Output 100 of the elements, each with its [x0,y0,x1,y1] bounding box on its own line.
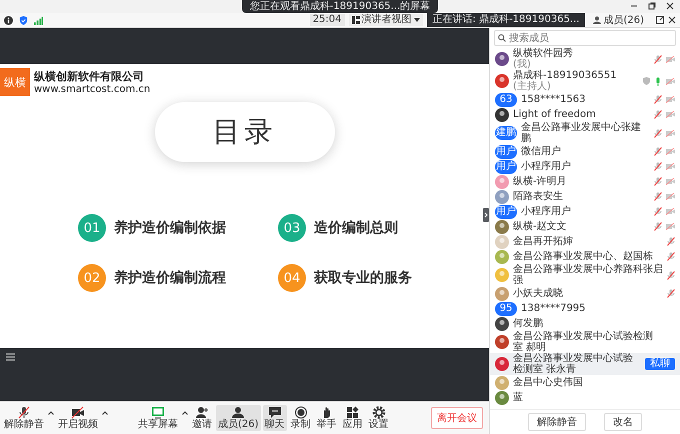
camera-off-icon [71,406,85,419]
member-name: 158****1563 [521,94,587,105]
signal-icon[interactable] [34,16,43,24]
member-name: 小程序用户 [521,206,572,217]
pop-out-icon[interactable] [656,16,664,24]
member-name: 金昌再开拓婶 [513,236,574,247]
member-name: 金昌公路事业发展中心养路科张启强 [513,264,663,286]
member-row[interactable]: 金昌中心史伟国 [490,375,680,390]
mic-button[interactable]: 解除静音 [2,405,46,431]
collapse-handle[interactable] [483,208,489,222]
member-row[interactable]: 纵横软件园秀 (我) [490,48,680,70]
chat-bubble-icon [268,406,282,419]
member-name: 金昌公路事业发展中心、赵国栋 [513,251,654,262]
muted-mic-icon [17,406,31,419]
member-row[interactable]: 纵横-赵文文 [490,219,680,234]
company-name: 纵横创新软件有限公司 [34,69,145,84]
member-row[interactable]: 金昌公路事业发展中心养路科张启强 [490,264,680,286]
member-role: (我) [513,59,531,70]
number-badge: 04 [278,264,306,292]
agenda-item: 养护造价编制流程 [114,269,226,287]
rename-button[interactable]: 改名 [604,413,642,431]
member-name: 金昌中心史伟国 [513,377,584,388]
logo: 纵横 [0,68,30,96]
avatar: 95 [495,302,517,316]
number-badge: 03 [278,214,306,242]
share-button[interactable]: 共享屏幕 [136,405,180,431]
members-button[interactable]: 成员(26) [216,405,261,431]
member-name: 陌路表安生 [513,191,564,202]
screen-share-banner: 您正在观看鼎成科-189190365...的屏幕 [242,0,438,13]
record-icon [294,406,308,419]
menu-icon[interactable] [6,353,15,361]
number-badge: 01 [78,214,106,242]
member-row[interactable]: 95 138****7995 [490,301,680,316]
member-row[interactable]: 纵横-许明月 [490,174,680,189]
hand-button[interactable]: 举手 [314,405,339,431]
member-row[interactable]: 小妖夫成晓 [490,286,680,301]
member-row[interactable]: 金昌公路事业发展中心、赵国栋 [490,249,680,264]
record-button[interactable]: 录制 [288,405,313,431]
caret-icon[interactable] [182,411,188,415]
member-name: 纵横-赵文文 [513,221,568,232]
member-row[interactable]: 用户 微信用户 [490,144,680,159]
screen-icon [151,406,165,419]
member-name: 138****7995 [521,303,587,314]
speaking-banner: 正在讲话: 鼎成科-189190365... [426,13,586,27]
member-row[interactable]: Light of freedom [490,107,680,122]
member-name: 蓝 [513,392,524,403]
caret-icon[interactable] [48,411,54,415]
member-row[interactable]: 用户 小程序用户 [490,204,680,219]
apps-button[interactable]: 应用 [340,405,365,431]
heading-pill: 目录 [154,102,334,162]
member-name: 金昌公路事业发展中心试验检测室 张永青 [513,353,634,375]
view-button[interactable]: 演讲者视图 [348,14,423,26]
member-role: (主持人) [513,81,552,92]
member-row[interactable]: 金昌公路事业发展中心试验检测室 郝明 [490,331,680,353]
person-icon [231,406,246,419]
member-row[interactable]: 鼎成科-18919036551 (主持人) [490,70,680,92]
video-button[interactable]: 开启视频 [56,405,100,431]
member-name: 小妖夫成晓 [513,288,564,299]
members-tab[interactable]: 成员(26) [589,13,652,27]
restore-icon[interactable] [648,2,656,10]
info-icon[interactable] [4,16,13,24]
member-row[interactable]: 63 158****1563 [490,92,680,107]
close-icon[interactable] [666,2,674,10]
member-row[interactable]: 蓝 [490,390,680,405]
caret-icon[interactable] [102,411,108,415]
search-icon [498,34,506,42]
person-icon [593,16,602,24]
avatar: 63 [495,92,517,106]
settings-button[interactable]: 设置 [366,405,391,431]
member-name: 小程序用户 [521,161,572,172]
member-name: 何发鹏 [513,318,544,329]
chat-button[interactable]: 聊天 [262,405,287,431]
add-person-icon [195,406,209,419]
avatar: 用户 [495,144,517,158]
member-row[interactable]: 陌路表安生 [490,189,680,204]
number-badge: 02 [78,264,106,292]
close-icon[interactable] [668,16,676,24]
member-row[interactable]: 何发鹏 [490,316,680,331]
search-field[interactable]: 搜索成员 [494,30,676,46]
member-name: 金昌公路事业发展中心张建鹏 [521,122,642,144]
website-url: www.smartcost.com.cn [34,84,150,95]
agenda-item: 获取专业的服务 [314,269,412,287]
layout-icon [352,16,360,24]
member-row[interactable]: 金昌再开拓婶 [490,234,680,249]
leave-meeting-button[interactable]: 离开会议 [431,407,483,429]
apps-icon [346,406,360,419]
private-chat-button[interactable]: 私聊 [645,358,675,370]
agenda-item: 造价编制总则 [314,219,398,237]
avatar: 用户 [495,204,517,218]
unmute-all-button[interactable]: 解除静音 [528,413,586,431]
member-name: 金昌公路事业发展中心试验检测室 郝明 [513,331,654,353]
invite-button[interactable]: 邀请 [190,405,214,431]
agenda-item: 养护造价编制依据 [114,219,226,237]
member-name: Light of freedom [513,109,597,120]
avatar: 用户 [495,160,517,174]
avatar: 建鹏 [495,126,517,140]
member-row[interactable]: 金昌公路事业发展中心试验检测室 张永青 私聊 [490,353,680,375]
member-name: 微信用户 [521,146,562,157]
shield-icon[interactable] [19,16,28,24]
member-row[interactable]: 用户 小程序用户 [490,159,680,174]
